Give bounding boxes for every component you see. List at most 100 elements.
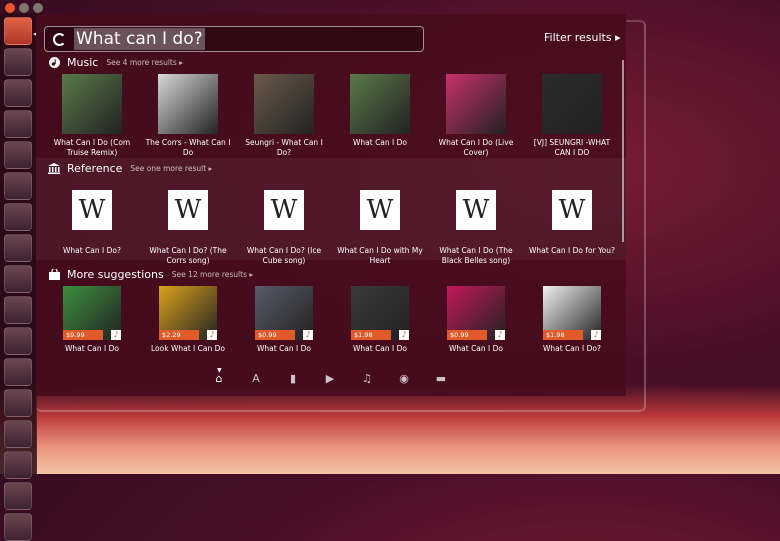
lens-bar: ⌂ A ▮ ▶ ♫ ◉ ▬ bbox=[210, 372, 450, 385]
result-item[interactable]: W What Can I Do with My Heart bbox=[332, 188, 428, 266]
album-art bbox=[254, 74, 314, 134]
impress-icon[interactable] bbox=[4, 203, 32, 231]
music-note-icon: ♪ bbox=[591, 330, 601, 340]
wikipedia-icon: W bbox=[456, 190, 496, 230]
drive-icon[interactable] bbox=[4, 451, 32, 479]
settings-icon[interactable] bbox=[4, 327, 32, 355]
drive-icon[interactable] bbox=[4, 482, 32, 510]
files-icon[interactable] bbox=[4, 48, 32, 76]
price-badge: $1.98 bbox=[351, 330, 391, 340]
category-reference: Reference See one more result bbox=[48, 162, 212, 175]
writer-icon[interactable] bbox=[4, 141, 32, 169]
result-item[interactable]: $1.98 ♪ What Can I Do bbox=[332, 286, 428, 354]
library-icon bbox=[48, 163, 60, 175]
category-title: More suggestions bbox=[67, 268, 164, 281]
result-label: What Can I Do bbox=[64, 344, 120, 353]
result-label: What Can I Do bbox=[256, 344, 312, 353]
software-center-icon[interactable] bbox=[4, 234, 32, 262]
album-art: $1.98 ♪ bbox=[543, 286, 601, 340]
result-item[interactable]: What Can I Do (Live Cover) bbox=[428, 74, 524, 158]
wikipedia-icon: W bbox=[168, 190, 208, 230]
price-badge: $2.29 bbox=[159, 330, 199, 340]
photo-lens-icon[interactable]: ◉ bbox=[395, 372, 413, 385]
result-item[interactable]: W What Can I Do? (The Corrs song) bbox=[140, 188, 236, 266]
result-label: What Can I Do bbox=[448, 344, 504, 353]
calc-icon[interactable] bbox=[4, 172, 32, 200]
search-input[interactable]: What can I do? bbox=[74, 28, 205, 50]
album-art bbox=[350, 74, 410, 134]
minimize-icon[interactable] bbox=[19, 3, 29, 13]
result-label: What Can I Do? bbox=[62, 246, 121, 255]
filter-results-button[interactable]: Filter results ▸ bbox=[544, 31, 621, 44]
home-lens-icon[interactable]: ⌂ bbox=[210, 372, 228, 385]
drive-icon[interactable] bbox=[4, 389, 32, 417]
reference-results: W What Can I Do? W What Can I Do? (The Corr… bbox=[44, 188, 620, 266]
amazon-icon[interactable] bbox=[4, 296, 32, 324]
price-badge: $1.98 bbox=[543, 330, 583, 340]
result-item[interactable]: $0.99 ♪ What Can I Do bbox=[428, 286, 524, 354]
trash-icon[interactable] bbox=[4, 513, 32, 541]
result-item[interactable]: $1.98 ♪ What Can I Do? bbox=[524, 286, 620, 354]
wikipedia-icon: W bbox=[360, 190, 400, 230]
close-icon[interactable] bbox=[5, 3, 15, 13]
category-music: Music See 4 more results bbox=[48, 56, 183, 69]
music-note-icon: ♪ bbox=[399, 330, 409, 340]
result-label: What Can I Do (Com Truise Remix) bbox=[53, 138, 131, 157]
result-label: Look What I Can Do bbox=[151, 344, 225, 353]
ubuntu-one-icon[interactable] bbox=[4, 265, 32, 293]
workspaces-icon[interactable] bbox=[4, 358, 32, 386]
result-label: What Can I Do? bbox=[542, 344, 601, 353]
see-more-link[interactable]: See one more result bbox=[130, 164, 212, 173]
maximize-icon[interactable] bbox=[33, 3, 43, 13]
dash-border-bottom bbox=[36, 396, 644, 412]
result-item[interactable]: [VJ] SEUNGRI -WHAT CAN I DO bbox=[524, 74, 620, 158]
result-item[interactable]: $2.29 ♪ Look What I Can Do bbox=[140, 286, 236, 354]
see-more-link[interactable]: See 12 more results bbox=[172, 270, 253, 279]
wikipedia-icon: W bbox=[72, 190, 112, 230]
result-item[interactable]: The Corrs - What Can I Do bbox=[140, 74, 236, 158]
result-label: What Can I Do for You? bbox=[528, 246, 615, 255]
result-item[interactable]: W What Can I Do? (Ice Cube song) bbox=[236, 188, 332, 266]
dash-border bbox=[626, 20, 646, 412]
window-controls bbox=[5, 3, 43, 13]
see-more-link[interactable]: See 4 more results bbox=[106, 58, 183, 67]
result-label: What Can I Do? (Ice Cube song) bbox=[246, 246, 322, 265]
result-label: Seungri - What Can I Do? bbox=[245, 138, 323, 157]
wikipedia-icon: W bbox=[552, 190, 592, 230]
ubuntu-logo-icon[interactable] bbox=[4, 17, 32, 45]
search-spinner-icon bbox=[53, 32, 66, 46]
category-more-suggestions: More suggestions See 12 more results bbox=[48, 268, 253, 281]
result-label: What Can I Do (Live Cover) bbox=[438, 138, 514, 157]
album-art bbox=[62, 74, 122, 134]
music-lens-icon[interactable]: ♫ bbox=[358, 372, 376, 385]
terminal-icon[interactable] bbox=[4, 110, 32, 138]
result-item[interactable]: Seungri - What Can I Do? bbox=[236, 74, 332, 158]
result-item[interactable]: What Can I Do bbox=[332, 74, 428, 158]
result-item[interactable]: W What Can I Do (The Black Belles song) bbox=[428, 188, 524, 266]
result-label: What Can I Do with My Heart bbox=[337, 246, 423, 265]
search-field[interactable]: What can I do? bbox=[44, 26, 424, 52]
result-item[interactable]: W What Can I Do for You? bbox=[524, 188, 620, 266]
suggestion-results: $9.99 ♪ What Can I Do $2.29 ♪ Look What I Can… bbox=[44, 286, 620, 354]
drive-icon[interactable] bbox=[4, 420, 32, 448]
result-label: The Corrs - What Can I Do bbox=[145, 138, 231, 157]
category-title: Reference bbox=[67, 162, 123, 175]
result-item[interactable]: $0.99 ♪ What Can I Do bbox=[236, 286, 332, 354]
files-lens-icon[interactable]: ▮ bbox=[284, 372, 302, 385]
result-item[interactable]: W What Can I Do? bbox=[44, 188, 140, 266]
social-lens-icon[interactable]: ▬ bbox=[432, 372, 450, 385]
music-note-icon bbox=[48, 57, 60, 69]
result-item[interactable]: What Can I Do (Com Truise Remix) bbox=[44, 74, 140, 158]
album-art: $0.99 ♪ bbox=[447, 286, 505, 340]
video-lens-icon[interactable]: ▶ bbox=[321, 372, 339, 385]
result-label: What Can I Do? (The Corrs song) bbox=[149, 246, 227, 265]
browser-icon[interactable] bbox=[4, 79, 32, 107]
album-art bbox=[446, 74, 506, 134]
music-note-icon: ♪ bbox=[495, 330, 505, 340]
apps-lens-icon[interactable]: A bbox=[247, 372, 265, 385]
music-note-icon: ♪ bbox=[111, 330, 121, 340]
price-badge: $9.99 bbox=[63, 330, 103, 340]
album-art: $9.99 ♪ bbox=[63, 286, 121, 340]
result-item[interactable]: $9.99 ♪ What Can I Do bbox=[44, 286, 140, 354]
album-art: $2.29 ♪ bbox=[159, 286, 217, 340]
